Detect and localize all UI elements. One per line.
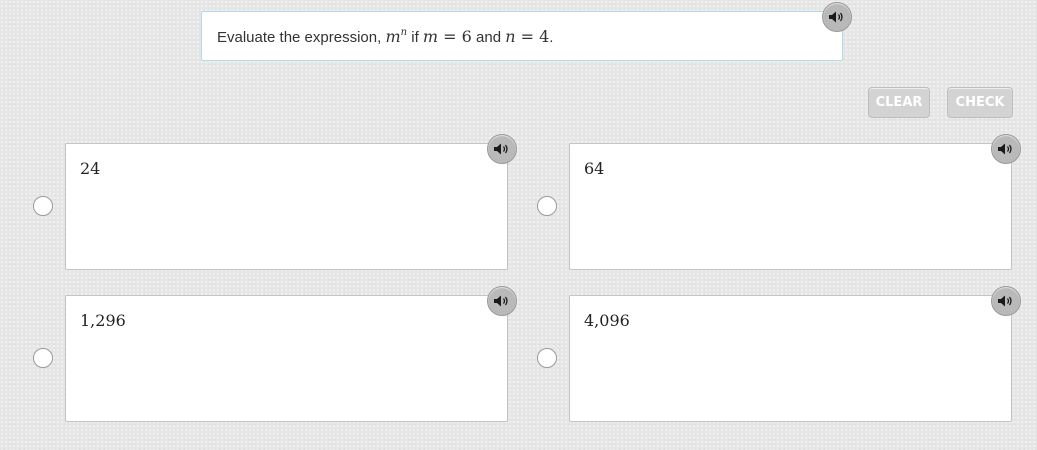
- math-equals-1: =: [438, 27, 462, 46]
- math-var-m: m: [422, 27, 439, 46]
- math-var-n: n: [505, 27, 516, 46]
- answer-label-1: 24: [80, 159, 101, 178]
- question-and: and: [471, 29, 506, 46]
- answer-label-3: 1,296: [80, 311, 126, 330]
- math-base: m: [385, 27, 401, 46]
- answer-label-2: 64: [584, 159, 605, 178]
- answer-radio-4[interactable]: [537, 348, 557, 368]
- math-value-4: 4: [539, 27, 550, 46]
- answer-option-3[interactable]: 1,296: [65, 295, 508, 422]
- answer-option-1[interactable]: 24: [65, 143, 508, 270]
- answer-1-speaker-icon[interactable]: [487, 134, 517, 164]
- math-value-6: 6: [461, 27, 472, 46]
- answer-radio-2[interactable]: [537, 196, 557, 216]
- question-suffix: .: [549, 29, 554, 46]
- check-button[interactable]: CHECK: [947, 87, 1013, 118]
- answer-3-speaker-icon[interactable]: [487, 286, 517, 316]
- math-equals-2: =: [515, 27, 540, 46]
- question-prefix: Evaluate the expression,: [217, 29, 386, 46]
- question-speaker-icon[interactable]: [822, 2, 852, 32]
- question-if: if: [407, 29, 423, 46]
- answer-2-speaker-icon[interactable]: [991, 134, 1021, 164]
- answer-radio-3[interactable]: [33, 348, 53, 368]
- answer-option-4[interactable]: 4,096: [569, 295, 1012, 422]
- answer-label-4: 4,096: [584, 311, 630, 330]
- clear-button[interactable]: CLEAR: [868, 87, 930, 118]
- answer-radio-1[interactable]: [33, 196, 53, 216]
- answer-4-speaker-icon[interactable]: [991, 286, 1021, 316]
- question-text: Evaluate the expression, m n if m = 6 and…: [217, 27, 553, 46]
- question-box: Evaluate the expression, m n if m = 6 and…: [201, 11, 843, 61]
- answer-option-2[interactable]: 64: [569, 143, 1012, 270]
